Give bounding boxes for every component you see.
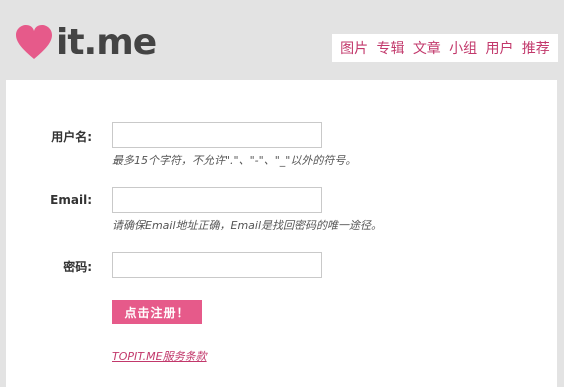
email-input[interactable] (112, 187, 322, 213)
main-nav: 图片 专辑 文章 小组 用户 推荐 (332, 34, 558, 62)
password-label: 密码: (63, 260, 92, 274)
register-button[interactable]: 点击注册！ (112, 300, 202, 324)
site-header: it.me 图片 专辑 文章 小组 用户 推荐 (0, 0, 564, 80)
nav-item-groups[interactable]: 小组 (449, 38, 477, 58)
heart-icon (16, 25, 52, 59)
registration-panel: 用户名: 最多15个字符，不允许"."、"-"、"_"以外的符号。 Email:… (6, 80, 557, 387)
nav-item-albums[interactable]: 专辑 (376, 38, 404, 58)
nav-item-users[interactable]: 用户 (485, 38, 513, 58)
nav-item-images[interactable]: 图片 (340, 38, 368, 58)
username-label: 用户名: (51, 130, 92, 144)
email-hint: 请确保Email地址正确，Email是找回密码的唯一途径。 (112, 219, 383, 232)
username-hint: 最多15个字符，不允许"."、"-"、"_"以外的符号。 (112, 154, 357, 167)
password-input[interactable] (112, 252, 322, 278)
username-input[interactable] (112, 122, 322, 148)
terms-link[interactable]: TOPIT.ME服务条款 (112, 348, 207, 364)
nav-item-recommend[interactable]: 推荐 (522, 38, 550, 58)
logo-text: it.me (56, 22, 157, 63)
email-label: Email: (50, 193, 92, 207)
site-logo[interactable]: it.me (14, 22, 157, 64)
nav-item-articles[interactable]: 文章 (413, 38, 441, 58)
